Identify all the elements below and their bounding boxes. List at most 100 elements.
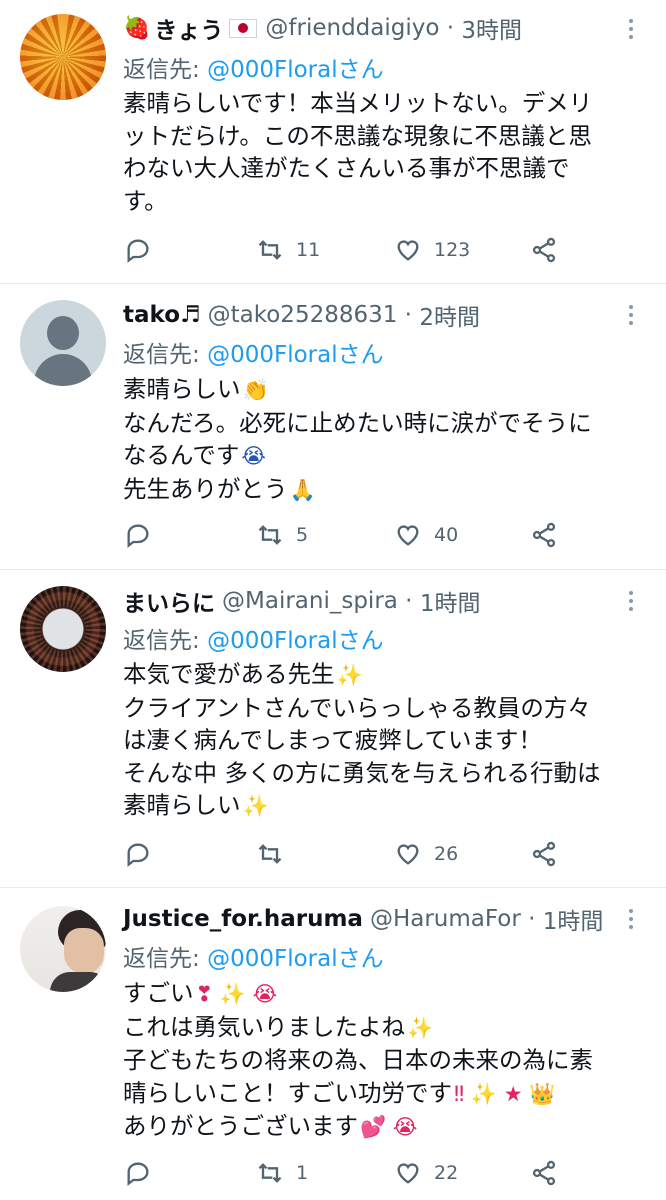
tweet-header: Justice_for.haruma @HarumaFor · 1時間 — [123, 903, 603, 935]
retweet-button[interactable] — [256, 837, 296, 871]
heart-icon — [397, 844, 419, 865]
japan-flag-icon — [229, 18, 258, 38]
tweet-text-line: 先生ありがとう🙏 — [123, 473, 643, 507]
reply-mention-link[interactable]: @000Floralさん — [207, 946, 384, 972]
more-icon[interactable] — [618, 300, 644, 330]
reply-label: 返信先: — [123, 342, 208, 368]
tweet-text-line: 素晴らしい👏 — [123, 373, 643, 407]
avatar[interactable] — [20, 586, 106, 672]
reply-to: 返信先: @000Floralさん — [123, 939, 384, 973]
like-count: 123 — [434, 239, 471, 261]
share-button[interactable] — [530, 518, 558, 552]
heart-icon — [397, 525, 419, 546]
retweet-icon — [258, 525, 282, 545]
retweet-icon — [258, 1163, 282, 1183]
like-button[interactable]: 26 — [394, 837, 458, 871]
heart-icon — [397, 1163, 419, 1184]
reply-icon — [127, 843, 149, 867]
reply-button[interactable] — [124, 1156, 152, 1190]
retweet-button[interactable]: 11 — [256, 233, 320, 267]
retweet-button[interactable]: 1 — [256, 1156, 308, 1190]
tweet-text-line: は凄く病んでしまって疲弊しています！ — [123, 726, 543, 754]
like-button[interactable]: 40 — [394, 518, 458, 552]
timestamp[interactable]: 1時間 — [420, 584, 481, 618]
timestamp[interactable]: 3時間 — [461, 11, 522, 45]
tweet-text: 素晴らしいです！本当メリットない。デメリ ットだらけ。この不思議な現象に不思議と… — [123, 87, 643, 217]
share-button[interactable] — [530, 1156, 558, 1190]
reply-button[interactable] — [124, 233, 152, 267]
reply-mention-link[interactable]: @000Floralさん — [207, 57, 384, 83]
retweet-icon — [258, 844, 282, 864]
reply-label: 返信先: — [123, 628, 208, 654]
like-button[interactable]: 123 — [394, 233, 470, 267]
tweet-text-line: ありがとうございます💕 😭 — [123, 1110, 643, 1144]
tweet-actions: 26 — [0, 837, 666, 871]
avatar[interactable] — [20, 300, 106, 386]
tweet[interactable]: tako ♬ @tako25288631 · 2時間 返信先: @000Flor… — [0, 284, 666, 568]
timestamp-separator: · — [439, 15, 462, 41]
tweet-actions: 5 40 — [0, 518, 666, 552]
retweet-count: 1 — [296, 1162, 309, 1184]
tweet-header: まいらに @Mairani_spira · 1時間 — [123, 585, 480, 617]
folded-hands-icon: 🙏 — [289, 477, 316, 502]
like-count: 40 — [434, 524, 459, 546]
display-name[interactable]: Justice_for.haruma — [123, 906, 363, 932]
display-name[interactable]: まいらに — [123, 584, 215, 618]
share-icon — [532, 522, 556, 548]
tweet-header: tako ♬ @tako25288631 · 2時間 — [123, 299, 480, 331]
reply-mention-link[interactable]: @000Floralさん — [207, 628, 384, 654]
more-icon[interactable] — [618, 14, 644, 44]
retweet-count: 11 — [296, 239, 321, 261]
tweet-text-line: なるんです😭 — [123, 439, 643, 473]
share-button[interactable] — [530, 233, 558, 267]
tweet[interactable]: まいらに @Mairani_spira · 1時間 返信先: @000Flora… — [0, 570, 666, 886]
retweet-button[interactable]: 5 — [256, 518, 308, 552]
avatar[interactable] — [20, 14, 106, 100]
like-button[interactable]: 22 — [394, 1156, 458, 1190]
two-hearts-crying-icons: 💕 😭 — [360, 1115, 418, 1139]
heart-exclamation-sparkles-crying-icons: ❣ ✨ 😭 — [195, 982, 278, 1006]
music-note-icon: ♬ — [180, 302, 201, 328]
tweet-text-line: 本気で愛がある先生✨ — [123, 658, 643, 692]
exclamation-sparkles-star-crown-icons: ‼ ✨ ★ 👑 — [454, 1081, 556, 1106]
user-handle[interactable]: @Mairani_spira — [222, 588, 398, 614]
more-icon[interactable] — [618, 586, 644, 616]
reply-to: 返信先: @000Floralさん — [123, 335, 384, 369]
avatar[interactable] — [20, 906, 106, 992]
tweet-text: 本気で愛がある先生✨ クライアントさんでいらっしゃる教員の方々 は凄く病んでしま… — [123, 658, 643, 823]
tweet[interactable]: Justice_for.haruma @HarumaFor · 1時間 返信先:… — [0, 888, 666, 1200]
heart-icon — [397, 240, 419, 261]
display-name[interactable]: tako — [123, 302, 180, 328]
tweet-text-line: 素晴らしい✨ — [123, 789, 643, 823]
share-icon — [532, 841, 556, 867]
display-name[interactable]: きょう — [154, 11, 223, 45]
timestamp-separator: · — [397, 302, 420, 328]
tweet-text-line: これは勇気いりましたよね✨ — [123, 1011, 643, 1045]
reply-to: 返信先: @000Floralさん — [123, 50, 384, 84]
reply-button[interactable] — [124, 518, 152, 552]
like-count: 22 — [434, 1162, 459, 1184]
user-handle[interactable]: @HarumaFor — [370, 906, 521, 932]
avatar-body — [50, 972, 106, 992]
tweet-text-line: 素晴らしいです！本当メリットない。デメリ — [123, 89, 593, 117]
reply-icon — [127, 1162, 149, 1186]
more-icon[interactable] — [618, 904, 644, 934]
reply-to: 返信先: @000Floralさん — [123, 621, 384, 655]
tweet-text-line: すごい❣ ✨ 😭 — [123, 977, 643, 1011]
tweet-text-line: そんな中 多くの方に勇気を与えられる行動は — [123, 758, 601, 787]
timestamp[interactable]: 2時間 — [419, 298, 480, 332]
clapping-hands-icon: 👏 — [242, 378, 269, 402]
timestamp[interactable]: 1時間 — [543, 902, 604, 936]
reply-mention-link[interactable]: @000Floralさん — [207, 342, 384, 368]
reply-button[interactable] — [124, 837, 152, 871]
share-button[interactable] — [530, 837, 558, 871]
tweet-text: すごい❣ ✨ 😭 これは勇気いりましたよね✨ 子どもたちの将来の為、日本の未来の… — [123, 977, 643, 1144]
avatar-face — [64, 928, 104, 974]
user-handle[interactable]: @tako25288631 — [208, 302, 398, 328]
timestamp-separator: · — [520, 906, 543, 932]
tweet[interactable]: 🍓 きょう @frienddaigiyo · 3時間 返信先: @000Flor… — [0, 0, 666, 282]
tweet-text-line: す。 — [123, 186, 168, 215]
user-handle[interactable]: @frienddaigiyo — [265, 15, 439, 41]
share-icon — [532, 237, 556, 263]
sparkles-icon: ✨ — [242, 794, 269, 818]
